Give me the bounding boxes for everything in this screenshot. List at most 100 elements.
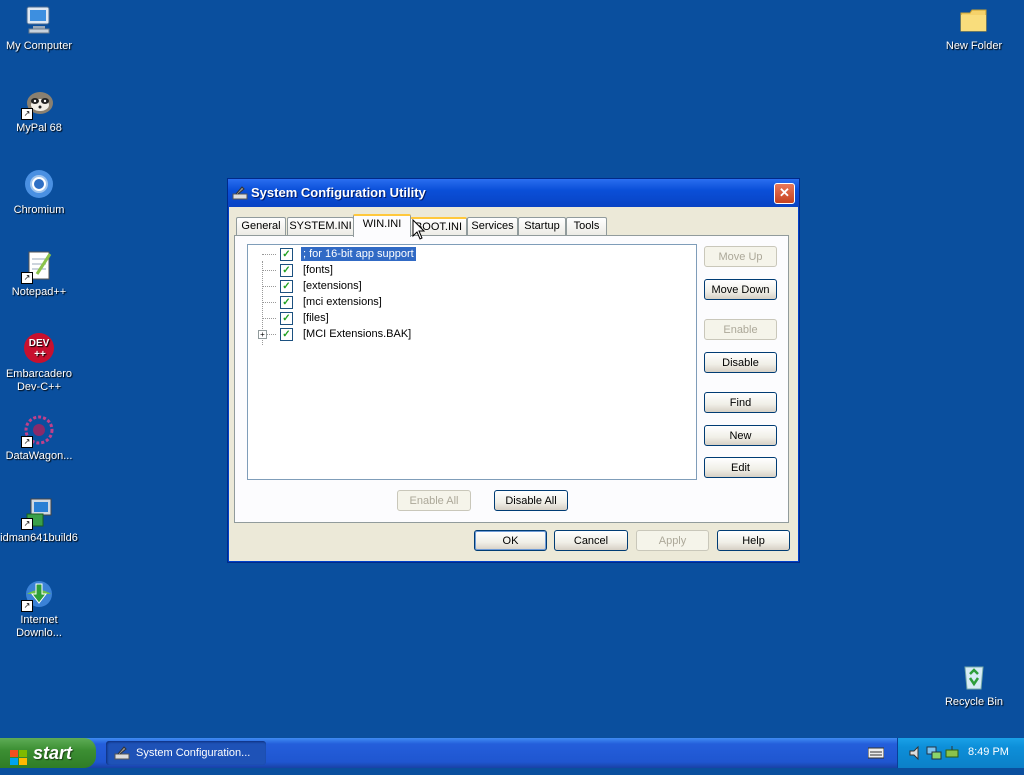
button-label: Disable bbox=[722, 357, 759, 369]
taskbar-item-system-configuration[interactable]: System Configuration... bbox=[106, 741, 266, 765]
tree-item[interactable]: ✓ ; for 16-bit app support bbox=[258, 246, 678, 262]
button-label: Enable bbox=[723, 324, 758, 336]
enable-button[interactable]: Enable bbox=[704, 319, 777, 340]
desktop-icon-internet-download-manager[interactable]: ↗ Internet Downlo... bbox=[0, 578, 79, 640]
desktop-icon-label: Notepad++ bbox=[11, 286, 67, 298]
tree-item[interactable]: ✓ [extensions] bbox=[258, 278, 678, 294]
new-button[interactable]: New bbox=[704, 425, 777, 446]
desktop-icon-idman[interactable]: ↗ idman641build6 bbox=[0, 496, 79, 545]
start-button[interactable]: start bbox=[0, 738, 96, 768]
checkbox[interactable]: ✓ bbox=[280, 296, 293, 309]
tree-item[interactable]: ✓ [files] bbox=[258, 310, 678, 326]
start-label: start bbox=[33, 743, 73, 763]
title-bar[interactable]: System Configuration Utility ✕ bbox=[228, 179, 799, 207]
checkbox[interactable]: ✓ bbox=[280, 248, 293, 261]
tree-connector bbox=[262, 318, 276, 319]
desktop-icon-label: Recycle Bin bbox=[944, 696, 1004, 708]
volume-icon[interactable] bbox=[908, 745, 924, 761]
installer-icon: ↗ bbox=[21, 496, 55, 530]
apply-button[interactable]: Apply bbox=[636, 530, 709, 551]
tree-item[interactable]: ✓ [mci extensions] bbox=[258, 294, 678, 310]
safely-remove-hardware-icon[interactable] bbox=[944, 745, 960, 761]
tab-startup[interactable]: Startup bbox=[518, 217, 566, 235]
button-label: Enable All bbox=[409, 495, 459, 507]
desktop-icon-label: My Computer bbox=[5, 40, 73, 52]
desktop-icon-recycle-bin[interactable]: Recycle Bin bbox=[934, 660, 1014, 709]
disable-all-button[interactable]: Disable All bbox=[494, 490, 568, 511]
tab-label: SYSTEM.INI bbox=[289, 220, 352, 232]
dev-badge-text: DEV bbox=[29, 338, 50, 349]
button-label: Move Down bbox=[711, 284, 770, 296]
desktop-icon-label: Embarcadero Dev-C++ bbox=[5, 368, 73, 393]
button-label: Edit bbox=[731, 462, 750, 474]
shortcut-arrow-icon: ↗ bbox=[21, 436, 33, 448]
checkbox[interactable]: ✓ bbox=[280, 328, 293, 341]
system-configuration-window: System Configuration Utility ✕ General S… bbox=[227, 178, 800, 563]
shortcut-arrow-icon: ↗ bbox=[21, 518, 33, 530]
move-up-button[interactable]: Move Up bbox=[704, 246, 777, 267]
tab-win-ini[interactable]: WIN.INI bbox=[353, 214, 411, 237]
button-label: OK bbox=[502, 535, 519, 547]
tree-item-label: [fonts] bbox=[303, 264, 333, 276]
msconfig-icon bbox=[114, 745, 130, 761]
tab-system-ini[interactable]: SYSTEM.INI bbox=[287, 217, 354, 235]
tab-label: Tools bbox=[573, 220, 600, 232]
tree-item-label: ; for 16-bit app support bbox=[300, 246, 417, 262]
keyboard-icon[interactable] bbox=[867, 746, 885, 760]
tree-connector bbox=[267, 334, 276, 335]
help-button[interactable]: Help bbox=[717, 530, 790, 551]
cancel-button[interactable]: Cancel bbox=[554, 530, 628, 551]
enable-all-button[interactable]: Enable All bbox=[397, 490, 471, 511]
desktop-icon-my-computer[interactable]: My Computer bbox=[0, 4, 79, 53]
desktop-icon-new-folder[interactable]: New Folder bbox=[934, 4, 1014, 53]
tree-item-label: [MCI Extensions.BAK] bbox=[303, 328, 412, 340]
disable-button[interactable]: Disable bbox=[704, 352, 777, 373]
tree-item-label: [extensions] bbox=[303, 280, 362, 292]
button-label: Help bbox=[742, 535, 765, 547]
notepad-plus-plus-icon: ↗ bbox=[21, 250, 55, 284]
desktop-icon-datawagon[interactable]: ↗ DataWagon... bbox=[0, 414, 79, 463]
tab-label: Services bbox=[471, 220, 514, 232]
desktop-icon-label: DataWagon... bbox=[5, 450, 73, 462]
win-ini-tree[interactable]: ✓ ; for 16-bit app support ✓ [fonts] ✓ [… bbox=[247, 244, 697, 480]
move-down-button[interactable]: Move Down bbox=[704, 279, 777, 300]
datawagon-icon: ↗ bbox=[21, 414, 55, 448]
chromium-icon bbox=[23, 168, 55, 200]
desktop-icon-label: Internet Downlo... bbox=[16, 614, 62, 639]
network-icon[interactable] bbox=[926, 745, 942, 761]
desktop-icon-mypal[interactable]: ↗ MyPal 68 bbox=[0, 86, 79, 135]
checkbox[interactable]: ✓ bbox=[280, 312, 293, 325]
checkbox[interactable]: ✓ bbox=[280, 280, 293, 293]
close-button[interactable]: ✕ bbox=[774, 183, 795, 204]
desktop-icon-dev-cpp[interactable]: DEV ++ Embarcadero Dev-C++ bbox=[0, 332, 79, 394]
desktop-icon-label: MyPal 68 bbox=[16, 122, 62, 134]
desktop-icon-chromium[interactable]: Chromium bbox=[0, 168, 79, 217]
button-label: Disable All bbox=[505, 495, 557, 507]
tab-label: Startup bbox=[524, 220, 560, 232]
tab-tools[interactable]: Tools bbox=[566, 217, 607, 235]
tab-general[interactable]: General bbox=[236, 217, 286, 235]
tab-services[interactable]: Services bbox=[467, 217, 518, 235]
tree-item[interactable]: + ✓ [MCI Extensions.BAK] bbox=[258, 326, 678, 342]
find-button[interactable]: Find bbox=[704, 392, 777, 413]
button-label: New bbox=[729, 430, 752, 442]
tree-item[interactable]: ✓ [fonts] bbox=[258, 262, 678, 278]
shortcut-arrow-icon: ↗ bbox=[21, 272, 33, 284]
desktop-icon-label: New Folder bbox=[945, 40, 1003, 52]
ok-button[interactable]: OK bbox=[474, 530, 547, 551]
edit-button[interactable]: Edit bbox=[704, 457, 777, 478]
tree-connector bbox=[262, 302, 276, 303]
tab-label: General bbox=[241, 220, 281, 232]
clock: 8:49 PM bbox=[968, 746, 1009, 758]
windows-logo-icon bbox=[10, 745, 28, 765]
tab-label: WIN.INI bbox=[362, 218, 402, 230]
shortcut-arrow-icon: ↗ bbox=[21, 600, 33, 612]
desktop-icon-notepad-plus-plus[interactable]: ↗ Notepad++ bbox=[0, 250, 79, 299]
tree-connector bbox=[262, 286, 276, 287]
button-label: Apply bbox=[658, 535, 687, 547]
button-label: Move Up bbox=[718, 251, 763, 263]
tree-connector bbox=[262, 270, 276, 271]
tree-item-label: [mci extensions] bbox=[303, 296, 382, 308]
checkbox[interactable]: ✓ bbox=[280, 264, 293, 277]
expand-icon[interactable]: + bbox=[258, 330, 267, 339]
